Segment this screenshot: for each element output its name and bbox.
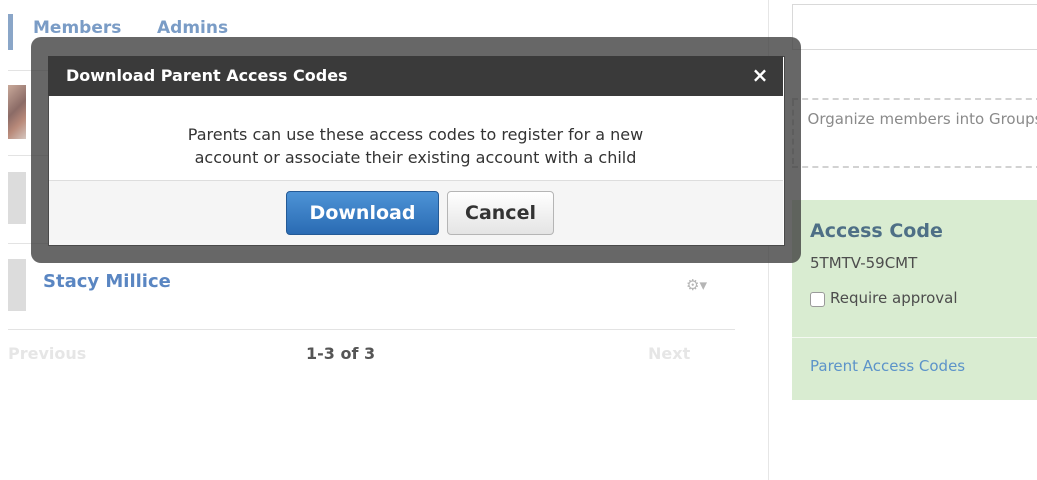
tab-admins[interactable]: Admins <box>157 18 228 38</box>
dashed-border-top <box>792 98 1037 100</box>
modal-message-line: account or associate their existing acco… <box>194 148 637 167</box>
access-code-value: 5TMTV-59CMT <box>810 254 918 272</box>
organize-groups-link[interactable]: Organize members into Groups <box>800 108 1037 130</box>
member-name-link[interactable]: Stacy Millice <box>43 271 171 292</box>
close-icon[interactable]: × <box>748 62 772 88</box>
avatar <box>8 172 26 224</box>
modal-title: Download Parent Access Codes <box>66 66 348 85</box>
require-approval-label[interactable]: Require approval <box>830 289 958 307</box>
divider <box>792 337 1037 338</box>
pager-next[interactable]: Next <box>648 344 690 363</box>
tab-members[interactable]: Members <box>33 18 121 38</box>
modal-message: Parents can use these access codes to re… <box>48 123 783 169</box>
parent-access-codes-link[interactable]: Parent Access Codes <box>810 357 965 375</box>
divider <box>8 329 735 330</box>
cancel-button[interactable]: Cancel <box>447 191 554 235</box>
search-input[interactable] <box>792 4 1037 50</box>
pager-count: 1-3 of 3 <box>306 344 376 363</box>
avatar <box>8 259 26 311</box>
dashed-border-bottom <box>792 166 1037 168</box>
require-approval-checkbox[interactable] <box>810 292 825 307</box>
modal-message-line: Parents can use these access codes to re… <box>187 125 644 144</box>
avatar <box>8 85 26 139</box>
tabbar-accent <box>8 14 13 50</box>
pager-previous[interactable]: Previous <box>8 344 86 363</box>
download-button[interactable]: Download <box>286 191 439 235</box>
access-code-title: Access Code <box>810 220 943 242</box>
gear-icon[interactable]: ⚙▾ <box>686 276 724 294</box>
